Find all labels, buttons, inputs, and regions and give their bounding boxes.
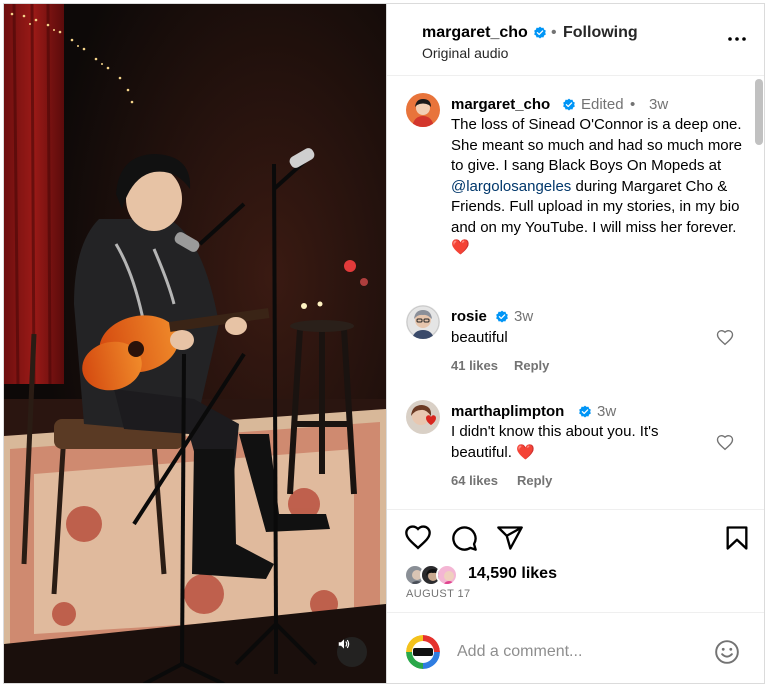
comment-avatar[interactable] [406, 400, 440, 434]
audio-toggle-button[interactable] [337, 637, 367, 667]
comment-likes-count[interactable]: 64 likes [451, 473, 498, 488]
comment-timestamp[interactable]: 3w [514, 308, 533, 325]
comments-scrollbar[interactable] [755, 79, 763, 145]
caption-separator: • [630, 96, 636, 113]
video-frame-illustration [4, 4, 386, 683]
share-icon[interactable] [496, 524, 524, 552]
verified-badge-icon [496, 310, 508, 323]
post-video[interactable] [4, 4, 386, 683]
post-frame: margaret_cho • Following Original audio [3, 3, 765, 684]
following-button[interactable]: Following [563, 24, 638, 42]
comment-text: beautiful [451, 329, 508, 346]
current-user-avatar[interactable] [406, 635, 440, 669]
audio-link[interactable]: Original audio [422, 45, 508, 61]
comment-text: I didn't know this about you. It's beaut… [451, 422, 701, 463]
caption-text-part: The loss of Sinead O'Connor is a deep on… [451, 116, 742, 174]
comment-username[interactable]: marthaplimpton [451, 403, 564, 420]
verified-badge-icon [534, 26, 546, 39]
comment-icon[interactable] [450, 524, 478, 552]
verified-badge-icon [563, 98, 575, 111]
comment-avatar[interactable] [406, 305, 440, 339]
caption-text: The loss of Sinead O'Connor is a deep on… [451, 115, 747, 259]
post-header: margaret_cho • Following Original audio [387, 4, 764, 76]
comment-reply-button[interactable]: Reply [514, 358, 549, 373]
comment-username[interactable]: rosie [451, 308, 487, 325]
caption-edited-label: Edited [581, 96, 624, 113]
post-side-panel: margaret_cho • Following Original audio [386, 4, 764, 683]
caption-mention-link[interactable]: @largolosangeles [451, 178, 571, 195]
comment-like-heart-icon[interactable] [716, 434, 734, 452]
header-separator: • [551, 24, 557, 41]
verified-badge-icon [579, 405, 591, 418]
emoji-icon[interactable] [714, 639, 740, 665]
caption-username[interactable]: margaret_cho [451, 96, 550, 113]
red-heart-emoji: ❤️ [516, 443, 535, 461]
more-options-icon[interactable] [725, 27, 749, 51]
caption-timestamp[interactable]: 3w [649, 96, 668, 113]
comment-timestamp[interactable]: 3w [597, 403, 616, 420]
comment-like-heart-icon[interactable] [716, 329, 734, 347]
heart-icon[interactable] [404, 524, 432, 552]
add-comment-input[interactable] [457, 641, 697, 663]
likes-count[interactable]: 14,590 likes [468, 565, 557, 583]
comments-section[interactable]: margaret_cho Edited • 3w The loss of Sin… [387, 77, 764, 509]
caption-avatar[interactable] [406, 93, 440, 127]
comment-likes-count[interactable]: 41 likes [451, 358, 498, 373]
section-divider [387, 509, 764, 510]
red-heart-emoji: ❤️ [451, 239, 470, 256]
section-divider [387, 612, 764, 613]
post-date[interactable]: AUGUST 17 [406, 588, 471, 600]
comment-reply-button[interactable]: Reply [517, 473, 552, 488]
speaker-icon [338, 639, 350, 649]
liker-avatar[interactable] [436, 564, 458, 586]
comment-text-part: I didn't know this about you. It's beaut… [451, 423, 659, 461]
bookmark-icon[interactable] [723, 524, 751, 552]
author-username[interactable]: margaret_cho [422, 24, 528, 42]
